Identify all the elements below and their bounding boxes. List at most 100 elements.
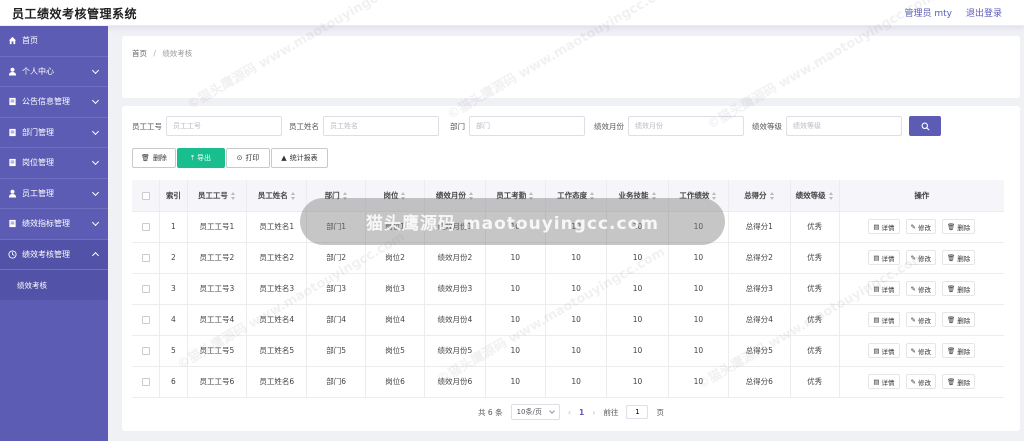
month-input[interactable] xyxy=(628,116,744,136)
file-icon: ▤ xyxy=(873,222,880,231)
edit-icon: ✎ xyxy=(910,222,916,231)
goto-page-input[interactable] xyxy=(626,405,649,419)
detail-button[interactable]: ▤ 详情 xyxy=(868,343,900,358)
row-delete-button[interactable]: 🗑 删除 xyxy=(941,312,976,327)
row-select-cell[interactable] xyxy=(132,273,161,305)
upload-icon: ⤒ xyxy=(190,153,195,162)
edit-button[interactable]: ✎ 修改 xyxy=(905,312,936,327)
table-cell: 员工姓名3 xyxy=(246,273,308,305)
table-cell: 绩效月份3 xyxy=(424,273,486,305)
chevron-down-icon xyxy=(91,66,100,74)
sort-icon[interactable] xyxy=(230,191,236,200)
select-all-cell[interactable] xyxy=(132,180,161,212)
table-cell: 10 xyxy=(606,304,669,336)
logout-link[interactable]: 退出登录 xyxy=(966,6,1002,19)
content-card: 员工工号 员工姓名 部门 绩效月份 绩效等级 xyxy=(122,106,1020,431)
detail-button[interactable]: ▤ 详情 xyxy=(868,374,900,389)
sidebar-item-home[interactable]: 首页 xyxy=(0,26,108,57)
detail-button[interactable]: ▤ 详情 xyxy=(868,219,900,234)
delete-button[interactable]: 🗑 删除 xyxy=(132,148,176,168)
prev-page-icon[interactable]: ‹ xyxy=(568,408,571,417)
table-cell: 10 xyxy=(545,304,608,336)
table-cell: 4 xyxy=(159,304,188,336)
sidebar-item-department-management[interactable]: 部门管理 xyxy=(0,118,108,148)
breadcrumb-home[interactable]: 首页 xyxy=(132,49,147,58)
edit-icon: ✎ xyxy=(910,284,916,293)
row-checkbox[interactable] xyxy=(141,223,150,231)
sort-icon[interactable] xyxy=(828,191,834,200)
table-cell: 绩效月份6 xyxy=(424,366,486,398)
employee-name-input[interactable] xyxy=(323,116,439,136)
row-actions: ▤ 详情 ✎ 修改 🗑 删除 xyxy=(839,366,1004,398)
edit-button[interactable]: ✎ 修改 xyxy=(905,374,936,389)
detail-button[interactable]: ▤ 详情 xyxy=(868,312,900,327)
row-select-cell[interactable] xyxy=(132,335,161,367)
sort-icon[interactable] xyxy=(769,191,775,200)
sidebar-subitem-appraisal[interactable]: 绩效考核 xyxy=(0,270,108,300)
row-checkbox[interactable] xyxy=(141,347,150,355)
export-button[interactable]: ⤒ 导出 xyxy=(177,148,225,168)
row-delete-button[interactable]: 🗑 删除 xyxy=(941,250,976,265)
sidebar-item-personal-center[interactable]: 个人中心 xyxy=(0,57,108,87)
header-employee-name[interactable]: 员工姓名 xyxy=(246,180,308,212)
sort-icon[interactable] xyxy=(712,191,717,200)
search-label: 员工工号 xyxy=(132,121,162,131)
detail-button[interactable]: ▤ 详情 xyxy=(868,281,900,296)
row-delete-button[interactable]: 🗑 删除 xyxy=(941,374,976,389)
row-actions: ▤ 详情 ✎ 修改 🗑 删除 xyxy=(839,273,1004,305)
delete-label: 删除 xyxy=(152,154,167,162)
table-cell: 总得分4 xyxy=(728,304,791,336)
clock-icon xyxy=(8,250,17,259)
sidebar-item-position-management[interactable]: 岗位管理 xyxy=(0,148,108,179)
header-total-score[interactable]: 总得分 xyxy=(728,180,791,212)
page-number[interactable]: 1 xyxy=(579,408,584,417)
row-delete-button[interactable]: 🗑 删除 xyxy=(941,343,976,358)
row-checkbox[interactable] xyxy=(141,378,150,386)
search-button[interactable] xyxy=(909,116,941,136)
page-size-select[interactable]: 10条/页 xyxy=(510,404,560,420)
breadcrumb: 首页 / 绩效考核 xyxy=(122,36,1020,98)
file-icon: ▤ xyxy=(873,253,880,262)
row-select-cell[interactable] xyxy=(132,304,161,336)
grade-input[interactable] xyxy=(786,116,902,136)
edit-button[interactable]: ✎ 修改 xyxy=(905,219,936,234)
row-delete-button[interactable]: 🗑 删除 xyxy=(941,281,976,296)
table-cell: 10 xyxy=(485,366,546,398)
table-row: 3 员工工号3 员工姓名3 部门3 岗位3 绩效月份3 10 10 10 10 总得分3 优秀 ▤ 详情 ✎… xyxy=(132,273,1004,305)
print-button[interactable]: ⊙ 打印 xyxy=(226,148,270,168)
header-employee-no[interactable]: 员工工号 xyxy=(187,180,248,212)
row-select-cell[interactable] xyxy=(132,366,161,398)
row-checkbox[interactable] xyxy=(141,254,150,262)
header-grade[interactable]: 绩效等级 xyxy=(790,180,840,212)
table-cell: 岗位3 xyxy=(365,273,426,305)
department-input[interactable] xyxy=(469,116,585,136)
current-user[interactable]: 管理员 mty xyxy=(905,6,952,19)
row-select-cell[interactable] xyxy=(132,211,161,243)
row-checkbox[interactable] xyxy=(141,316,150,324)
employee-no-input[interactable] xyxy=(166,116,282,136)
next-page-icon[interactable]: › xyxy=(592,408,595,417)
table-cell: 10 xyxy=(668,273,730,305)
detail-button[interactable]: ▤ 详情 xyxy=(868,250,900,265)
doc-icon xyxy=(8,97,17,106)
sidebar-item-notice-management[interactable]: 公告信息管理 xyxy=(0,87,108,118)
chart-icon: ▲ xyxy=(281,154,287,162)
edit-button[interactable]: ✎ 修改 xyxy=(905,281,936,296)
sidebar-item-appraisal-management[interactable]: 绩效考核管理 xyxy=(0,239,108,270)
report-button[interactable]: ▲ 统计报表 xyxy=(271,148,328,168)
sidebar-item-employee-management[interactable]: 员工管理 xyxy=(0,179,108,209)
edit-button[interactable]: ✎ 修改 xyxy=(905,250,936,265)
sidebar-item-kpi-management[interactable]: 绩效指标管理 xyxy=(0,209,108,240)
row-actions: ▤ 详情 ✎ 修改 🗑 删除 xyxy=(839,242,1004,274)
edit-button[interactable]: ✎ 修改 xyxy=(905,343,936,358)
row-delete-button[interactable]: 🗑 删除 xyxy=(941,219,976,234)
table-cell: 总得分6 xyxy=(728,366,791,398)
search-field-grade: 绩效等级 xyxy=(752,116,902,136)
sort-icon[interactable] xyxy=(290,191,296,200)
row-select-cell[interactable] xyxy=(132,242,161,274)
select-all-checkbox[interactable] xyxy=(141,191,150,200)
sidebar: 首页 个人中心 公告信息管理 部门管理 岗位管理 员工管理 绩效指标管理 绩效考… xyxy=(0,26,108,441)
edit-icon: ✎ xyxy=(910,253,916,262)
table-cell: 10 xyxy=(485,242,546,274)
row-checkbox[interactable] xyxy=(141,285,150,293)
